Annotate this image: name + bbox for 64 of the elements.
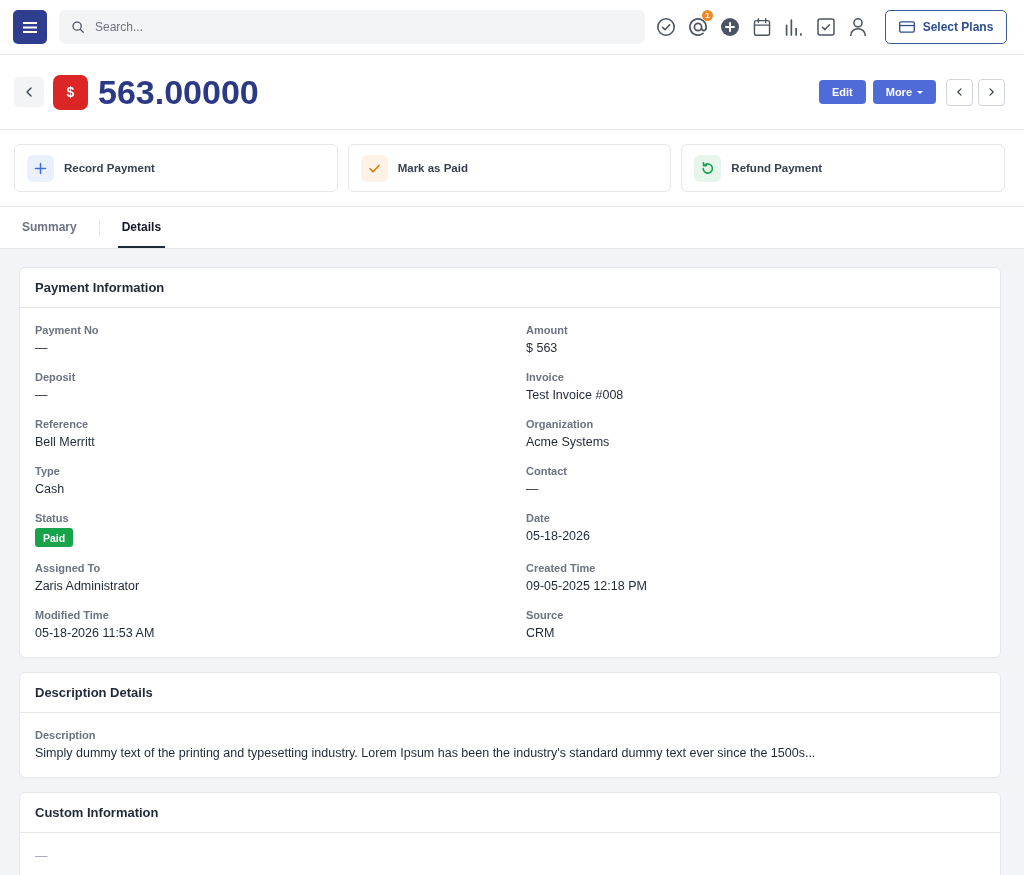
quick-action-button[interactable]: Record Payment — [14, 144, 338, 192]
checkbox-icon[interactable] — [817, 18, 835, 36]
more-dropdown-button[interactable]: More — [872, 80, 936, 104]
field-label: Date — [526, 511, 550, 525]
field-value: $ 563 — [526, 340, 558, 356]
empty-value: — — [35, 848, 48, 864]
field-label: Contact — [526, 464, 567, 478]
quick-action-button[interactable]: Refund Payment — [681, 144, 1005, 192]
quick-action-button[interactable]: Mark as Paid — [347, 144, 672, 192]
field-value: Cash — [35, 481, 65, 497]
section-title: Custom Information — [35, 805, 159, 820]
payment-amount-title: 563.00000 — [98, 72, 259, 112]
field-label: Status — [35, 511, 69, 525]
select-plans-button[interactable]: Select Plans — [885, 10, 1007, 44]
menu-button[interactable] — [13, 10, 47, 44]
field-label: Created Time — [526, 561, 596, 575]
section-title: Payment Information — [35, 280, 165, 295]
field-label: Organization — [526, 417, 594, 431]
field-value: — — [35, 340, 48, 356]
field-value: 05-18-2026 — [526, 528, 590, 544]
field-value: Acme Systems — [526, 434, 610, 450]
field-value: — — [526, 481, 539, 497]
calendar-icon[interactable] — [753, 18, 771, 36]
field-value: Simply dummy text of the printing and typesetting industry. Lorem Ipsum has been the industry's standard dummy text ever since the 1500s... — [35, 745, 816, 761]
check-icon — [360, 154, 388, 182]
tab[interactable]: Summary — [18, 207, 81, 248]
field-label: Reference — [35, 417, 89, 431]
field-value: 05-18-2026 11:53 AM — [35, 625, 155, 641]
chevron-right-icon — [989, 88, 994, 96]
field-value: CRM — [526, 625, 555, 641]
field-label: Source — [526, 608, 564, 622]
field-label: Payment No — [35, 323, 99, 337]
caret-icon — [917, 90, 923, 94]
bar-chart-icon[interactable] — [785, 18, 803, 36]
edit-button[interactable]: Edit — [818, 80, 866, 104]
notification-badge: 1 — [702, 10, 713, 21]
chevron-left-icon — [26, 87, 32, 97]
field-value: Bell Merritt — [35, 434, 95, 450]
check-circle-icon[interactable] — [657, 18, 675, 36]
search-icon — [71, 20, 85, 34]
plus-icon — [27, 154, 54, 182]
chevron-left-icon — [957, 88, 962, 96]
field-label: Type — [35, 464, 60, 478]
menu-icon — [23, 21, 37, 33]
field-label: Amount — [526, 323, 568, 337]
field-label: Deposit — [35, 370, 76, 384]
at-sign-icon[interactable] — [689, 18, 707, 36]
plus-circle-icon[interactable] — [721, 18, 739, 36]
back-button[interactable] — [14, 77, 44, 107]
section-title: Description Details — [35, 685, 153, 700]
field-value: Test Invoice #008 — [526, 387, 624, 403]
field-value: 09-05-2025 12:18 PM — [526, 578, 647, 594]
field-label: Modified Time — [35, 608, 109, 622]
refresh-icon — [694, 154, 722, 182]
status-badge: Paid — [35, 528, 74, 547]
user-icon[interactable] — [849, 18, 867, 36]
record-type-tile: $ — [53, 74, 88, 110]
field-label: Description — [35, 728, 96, 742]
field-label: Invoice — [526, 370, 564, 384]
search-field[interactable]: Search... — [59, 10, 645, 44]
field-label: Assigned To — [35, 561, 101, 575]
field-value: — — [35, 387, 48, 403]
credit-card-icon — [898, 21, 915, 33]
field-value: Zaris Administrator — [35, 578, 140, 594]
